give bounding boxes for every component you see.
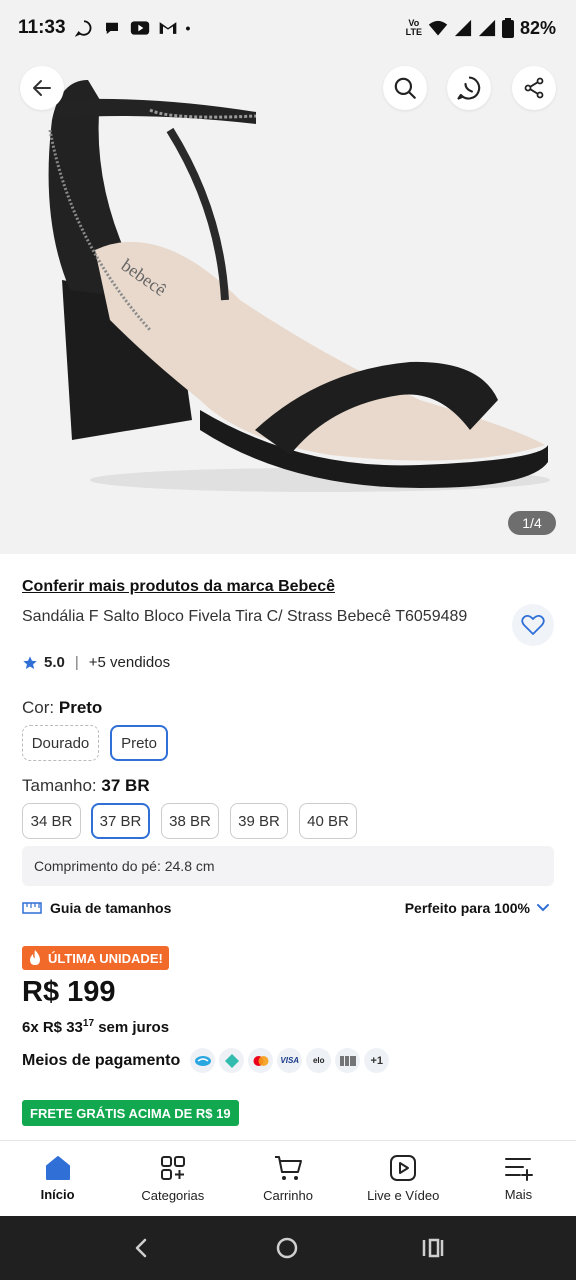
image-counter: 1/4 xyxy=(508,511,556,535)
boleto-icon xyxy=(335,1048,361,1073)
chevron-down-icon xyxy=(537,904,549,912)
signal-2-icon xyxy=(478,19,496,37)
signal-icon xyxy=(454,19,472,37)
nav-cart-label: Carrinho xyxy=(263,1188,313,1203)
fit-dropdown[interactable]: Perfeito para 100% xyxy=(405,900,550,916)
search-button[interactable] xyxy=(383,66,427,110)
nav-categories[interactable]: Categorias xyxy=(115,1141,230,1216)
size-option-34[interactable]: 34 BR xyxy=(22,803,81,839)
youtube-notification-icon xyxy=(130,18,150,38)
battery-level: 82% xyxy=(519,17,556,38)
free-shipping-badge: FRETE GRÁTIS ACIMA DE R$ 19 xyxy=(22,1100,239,1126)
foot-length-info: Comprimento do pé: 24.8 cm xyxy=(22,846,554,886)
nav-live-video-label: Live e Vídeo xyxy=(367,1188,440,1203)
rating-row[interactable]: 5.0 | +5 vendidos xyxy=(22,654,170,671)
pix-icon xyxy=(219,1048,245,1073)
nav-more-label: Mais xyxy=(504,1187,533,1202)
status-bar: 11:33 • Vo LTE 82% xyxy=(0,0,576,56)
brand-products-link[interactable]: Conferir mais produtos da marca Bebecê xyxy=(22,578,335,596)
system-recents-icon[interactable] xyxy=(420,1236,446,1260)
status-time: 11:33 xyxy=(18,17,66,38)
system-navigation-bar xyxy=(0,1216,576,1280)
whatsapp-notification-icon xyxy=(74,18,94,38)
payment-icons: VISA elo +1 xyxy=(190,1048,390,1073)
price: R$ 199 xyxy=(22,976,116,1008)
gmail-notification-icon xyxy=(158,18,178,38)
visa-icon: VISA xyxy=(277,1048,303,1073)
rating-value: 5.0 xyxy=(44,654,65,671)
whatsapp-share-button[interactable] xyxy=(447,66,491,110)
payment-methods-label: Meios de pagamento xyxy=(22,1051,181,1069)
nav-categories-label: Categorias xyxy=(141,1188,205,1203)
size-option-37[interactable]: 37 BR xyxy=(91,803,150,839)
size-option-38[interactable]: 38 BR xyxy=(161,803,219,839)
installments-amount: 6x R$ 33 xyxy=(22,1019,83,1036)
size-option-39[interactable]: 39 BR xyxy=(230,803,288,839)
mastercard-icon xyxy=(248,1048,274,1073)
color-option-preto[interactable]: Preto xyxy=(110,725,168,761)
home-icon xyxy=(45,1156,70,1180)
ruler-icon xyxy=(22,902,42,914)
size-guide-label: Guia de tamanhos xyxy=(50,900,172,916)
nav-live-video[interactable]: Live e Vídeo xyxy=(346,1141,461,1216)
share-icon xyxy=(524,77,544,99)
size-selected: 37 BR xyxy=(101,776,150,795)
categories-icon xyxy=(160,1156,185,1180)
volte-icon: Vo LTE xyxy=(405,18,422,37)
installments: 6x R$ 3317 sem juros xyxy=(22,1018,169,1036)
installments-suffix: sem juros xyxy=(98,1019,170,1036)
more-icon xyxy=(505,1158,534,1181)
last-unit-badge: ÚLTIMA UNIDADE! xyxy=(22,946,169,970)
system-home-icon[interactable] xyxy=(274,1235,300,1261)
favorite-button[interactable] xyxy=(512,604,554,646)
fit-label: Perfeito para 100% xyxy=(404,900,530,916)
more-payments-count: +1 xyxy=(364,1048,390,1073)
last-unit-text: ÚLTIMA UNIDADE! xyxy=(48,950,163,966)
sold-count: +5 vendidos xyxy=(88,654,171,671)
star-icon xyxy=(23,655,37,669)
size-label: Tamanho: 37 BR xyxy=(22,776,150,796)
color-label: Cor: Preto xyxy=(22,698,102,718)
nav-more[interactable]: Mais xyxy=(461,1141,576,1216)
whatsapp-icon xyxy=(457,76,481,100)
wifi-icon xyxy=(428,20,448,36)
fire-icon xyxy=(30,950,40,965)
nav-home-label: Início xyxy=(40,1187,75,1202)
heart-icon xyxy=(521,615,545,635)
size-guide-link[interactable]: Guia de tamanhos xyxy=(22,900,171,916)
rating-separator: | xyxy=(74,654,79,671)
color-selected: Preto xyxy=(58,698,103,717)
product-title: Sandália F Salto Bloco Fivela Tira C/ St… xyxy=(22,608,468,625)
back-button[interactable] xyxy=(20,66,64,110)
nav-cart[interactable]: Carrinho xyxy=(230,1141,345,1216)
color-label-text: Cor: xyxy=(22,698,55,717)
mercadopago-icon xyxy=(190,1048,216,1073)
payment-methods[interactable]: Meios de pagamento VISA elo +1 xyxy=(22,1048,390,1073)
color-option-dourado[interactable]: Dourado xyxy=(22,725,99,761)
chat-notification-icon xyxy=(102,18,122,38)
nav-home[interactable]: Início xyxy=(0,1141,115,1216)
system-back-icon[interactable] xyxy=(130,1236,154,1260)
cart-icon xyxy=(275,1156,302,1180)
installments-cents: 17 xyxy=(82,1018,95,1029)
share-button[interactable] xyxy=(512,66,556,110)
more-notifications-dot: • xyxy=(185,20,191,36)
video-icon xyxy=(390,1155,417,1181)
elo-icon: elo xyxy=(306,1048,332,1073)
size-label-text: Tamanho: xyxy=(22,776,97,795)
bottom-navigation: Início Categorias Carrinho Live e Vídeo … xyxy=(0,1140,576,1216)
product-image[interactable]: bebecê 1/4 xyxy=(0,0,576,554)
arrow-left-icon xyxy=(33,80,51,96)
size-option-40[interactable]: 40 BR xyxy=(299,803,357,839)
search-icon xyxy=(394,77,416,99)
battery-icon xyxy=(501,18,514,38)
